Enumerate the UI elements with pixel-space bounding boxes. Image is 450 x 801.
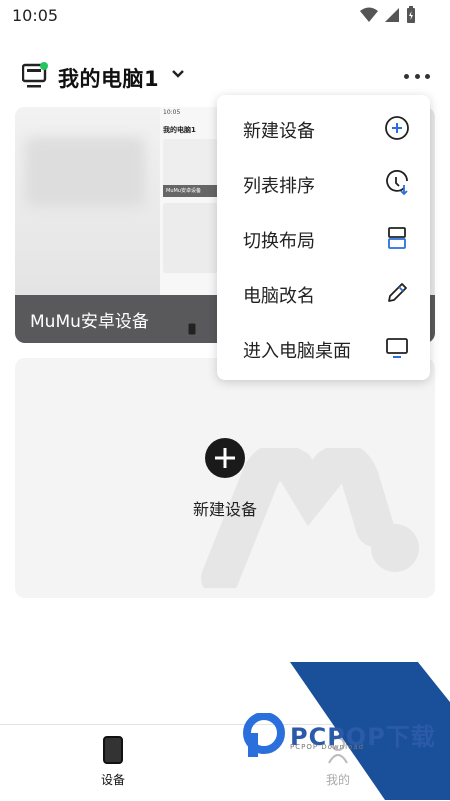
menu-item-label: 切换布局 (243, 231, 315, 252)
menu-item-label: 列表排序 (243, 176, 315, 197)
watermark-sub: PCPOP Download (290, 743, 365, 751)
status-bar: 10:05 (0, 0, 450, 32)
more-menu-button[interactable] (404, 66, 430, 86)
page-title[interactable]: 我的电脑1 (58, 63, 159, 93)
device-screen-preview (15, 107, 160, 295)
device-name: MuMu安卓设备 (30, 312, 149, 332)
computer-online-icon (22, 62, 48, 88)
menu-item-rename-pc[interactable]: 电脑改名 (217, 265, 430, 320)
dropdown-menu: 新建设备 列表排序 切换布局 电脑改名 进入电脑桌面 (217, 95, 430, 380)
add-circle-icon (385, 116, 409, 140)
menu-item-label: 进入电脑桌面 (243, 341, 351, 362)
pcpop-logo-icon (243, 713, 285, 757)
menu-item-enter-desktop[interactable]: 进入电脑桌面 (217, 320, 430, 375)
add-device-icon[interactable] (205, 438, 245, 478)
phone-icon (103, 736, 123, 764)
device-mini-preview: 10:05 我的电脑1 MuMu安卓设备 (160, 107, 223, 295)
preview-card: MuMu安卓设备 (163, 139, 219, 197)
nav-label-devices: 设备 (100, 773, 125, 787)
new-device-label: 新建设备 (192, 500, 257, 519)
sort-clock-icon (386, 170, 408, 196)
status-time: 10:05 (12, 6, 59, 25)
menu-item-switch-layout[interactable]: 切换布局 (217, 210, 430, 265)
monitor-icon (386, 338, 408, 358)
preview-new-card (163, 203, 219, 273)
wifi-icon (360, 7, 378, 22)
chevron-down-icon[interactable] (170, 66, 186, 82)
more-dot-icon (404, 73, 409, 79)
pencil-icon (388, 283, 407, 302)
more-dot-icon (414, 73, 420, 79)
menu-item-label: 电脑改名 (243, 286, 315, 307)
preview-card-label: MuMu安卓设备 (163, 185, 219, 197)
status-icons (360, 6, 416, 24)
new-device-card[interactable]: 新建设备 (15, 358, 435, 598)
menu-item-sort-list[interactable]: 列表排序 (217, 155, 430, 210)
phone-icon (188, 323, 196, 335)
nav-tab-devices[interactable]: 设备 (73, 735, 153, 795)
more-dot-icon (425, 73, 430, 79)
layout-icon (388, 227, 406, 249)
menu-item-label: 新建设备 (243, 121, 315, 142)
watermark-logo: PCPOP下载 PCPOP Download (242, 713, 442, 757)
signal-icon (385, 8, 399, 22)
battery-icon (407, 6, 415, 23)
menu-item-new-device[interactable]: 新建设备 (217, 100, 430, 155)
header: 我的电脑1 (0, 56, 450, 96)
preview-title: 我的电脑1 (163, 126, 196, 134)
preview-time: 10:05 (163, 109, 181, 116)
